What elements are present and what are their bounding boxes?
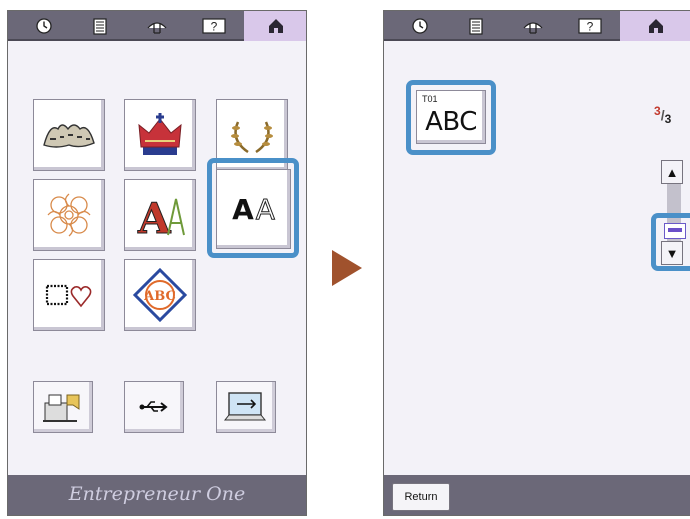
help-button[interactable]: ? xyxy=(186,11,242,41)
decorative-letters-image: A xyxy=(137,194,185,241)
home-button[interactable] xyxy=(620,11,690,41)
embroidery-machine-button[interactable] xyxy=(33,381,93,433)
home-icon xyxy=(648,19,663,33)
return-button[interactable]: Return xyxy=(392,483,450,511)
floral-lace-pattern[interactable] xyxy=(33,179,105,251)
computer-usb-icon xyxy=(223,392,267,421)
scroll-highlight xyxy=(651,213,690,271)
top-toolbar: ? xyxy=(384,11,690,41)
svg-text:?: ? xyxy=(587,20,594,34)
document-icon xyxy=(469,17,483,35)
page-indicator: 3/3 xyxy=(654,104,672,126)
brand-name: Entrepreneur One xyxy=(68,483,246,505)
computer-button[interactable] xyxy=(216,381,276,433)
help-button[interactable]: ? xyxy=(562,11,618,41)
clock-button[interactable] xyxy=(16,11,72,41)
thread-button[interactable] xyxy=(505,11,561,41)
usb-button[interactable] xyxy=(124,381,184,433)
home-icon xyxy=(269,19,283,33)
laurel-wreath-image xyxy=(231,121,273,154)
floral-lace-image xyxy=(47,193,91,237)
document-button[interactable] xyxy=(448,11,504,41)
font-selection-screen: ? T01 ABC 3/3 ▲ ▼ Return xyxy=(383,10,690,516)
document-button[interactable] xyxy=(72,11,128,41)
home-button[interactable] xyxy=(244,11,306,41)
thread-icon xyxy=(147,22,167,34)
king-lettering-pattern[interactable] xyxy=(33,99,105,171)
frames-image xyxy=(45,284,92,308)
crown-pattern[interactable] xyxy=(124,99,196,171)
document-icon xyxy=(93,17,107,35)
crown-image xyxy=(138,113,182,155)
help-icon: ? xyxy=(578,18,602,34)
help-icon: ? xyxy=(202,18,226,34)
svg-text:A: A xyxy=(137,194,172,241)
top-toolbar: ? xyxy=(8,11,306,41)
svg-text:?: ? xyxy=(211,20,218,34)
brand-footer: Entrepreneur One xyxy=(8,475,306,515)
svg-text:ABC: ABC xyxy=(143,289,176,304)
thread-button[interactable] xyxy=(129,11,185,41)
monogram-pattern[interactable]: ABC xyxy=(124,259,196,331)
total-pages: 3 xyxy=(664,112,672,126)
usb-icon xyxy=(139,401,168,412)
clock-icon xyxy=(412,18,428,34)
selection-highlight xyxy=(406,80,496,155)
thread-icon xyxy=(523,22,543,34)
clock-button[interactable] xyxy=(392,11,448,41)
monogram-image: ABC xyxy=(132,267,188,323)
clock-icon xyxy=(36,18,52,34)
machine-memory-icon xyxy=(43,394,80,422)
king-lettering-image xyxy=(43,124,95,148)
current-page: 3 xyxy=(654,104,661,118)
scroll-up-button[interactable]: ▲ xyxy=(661,160,683,184)
selection-highlight xyxy=(207,158,299,258)
pattern-selection-screen: ? A A A ABC Entrepreneur One xyxy=(7,10,307,516)
next-step-arrow-icon xyxy=(332,250,362,286)
frames-pattern[interactable] xyxy=(33,259,105,331)
decorative-letters-pattern[interactable]: A xyxy=(124,179,196,251)
